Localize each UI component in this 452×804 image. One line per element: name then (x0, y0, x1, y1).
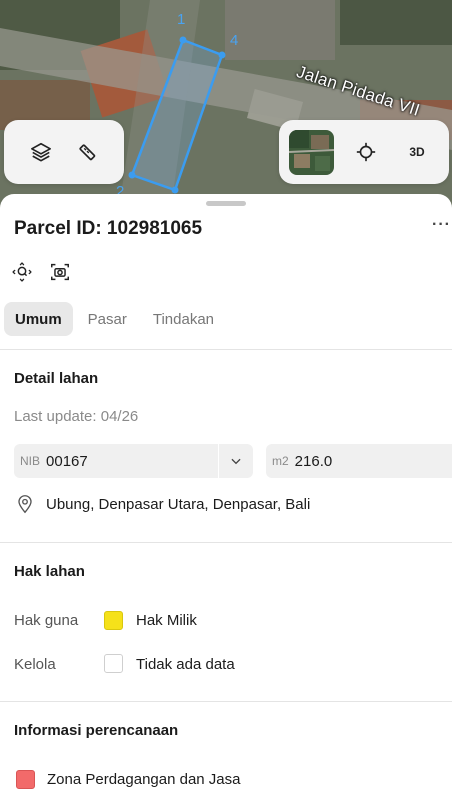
tab-pasar[interactable]: Pasar (77, 302, 138, 336)
zone-label: Zona Perdagangan dan Jasa (47, 771, 241, 788)
camera-icon (51, 263, 69, 281)
planning-section-title: Informasi perencanaan (14, 722, 179, 739)
zone-swatch (16, 770, 35, 789)
parcel-id-title: Parcel ID: 102981065 (14, 218, 203, 239)
detail-section-title: Detail lahan (14, 370, 99, 387)
nib-dropdown-button[interactable] (219, 444, 253, 478)
area-field[interactable]: m2 216.0 (266, 444, 452, 478)
measure-button[interactable] (67, 132, 107, 172)
parcel-tools (10, 260, 72, 284)
parcel-detail-sheet: Parcel ID: 102981065 ··· Umum Pasar Tind… (0, 194, 452, 804)
zoom-to-parcel-button[interactable] (10, 260, 34, 284)
locate-icon (356, 142, 375, 162)
map-view[interactable]: 1 4 2 Jalan Pidada VII 3D (0, 0, 452, 215)
area-unit-label: m2 (272, 454, 289, 468)
map-tools-right: 3D (279, 120, 449, 184)
tab-tindakan[interactable]: Tindakan (142, 302, 225, 336)
map-tools-left (4, 120, 124, 184)
nib-value: 00167 (46, 452, 88, 470)
rights-section-title: Hak lahan (14, 563, 85, 580)
divider (0, 701, 452, 702)
locate-button[interactable] (346, 132, 386, 172)
location-text: Ubung, Denpasar Utara, Denpasar, Bali (46, 495, 311, 513)
vertex-label-4: 4 (230, 32, 239, 49)
more-options-button[interactable]: ··· (432, 216, 451, 234)
toggle-3d-button[interactable]: 3D (397, 132, 437, 172)
divider (0, 542, 452, 543)
tab-umum[interactable]: Umum (4, 302, 73, 336)
nib-label: NIB (20, 454, 41, 468)
area-value: 216.0 (294, 452, 333, 470)
layers-button[interactable] (21, 132, 61, 172)
vertex-label-1: 1 (177, 11, 186, 28)
hak-guna-label: Hak guna (14, 612, 79, 629)
hak-guna-swatch (104, 611, 123, 630)
basemap-satellite-button[interactable] (289, 129, 334, 175)
nib-field[interactable]: NIB 00167 (14, 444, 218, 478)
satellite-thumbnail-icon (289, 129, 334, 175)
zoom-to-parcel-icon (12, 262, 32, 282)
parcel-tabs: Umum Pasar Tindakan (4, 302, 225, 336)
last-update-text: Last update: 04/26 (14, 408, 139, 425)
layers-icon (31, 142, 51, 162)
kelola-swatch (104, 654, 123, 673)
hak-guna-value: Hak Milik (136, 612, 197, 629)
location-row: Ubung, Denpasar Utara, Denpasar, Bali (16, 494, 310, 514)
sheet-drag-handle[interactable] (206, 201, 246, 206)
chevron-down-icon (231, 458, 241, 465)
kelola-value: Tidak ada data (136, 656, 235, 673)
camera-button[interactable] (48, 260, 72, 284)
kelola-label: Kelola (14, 656, 56, 673)
measure-icon (79, 144, 96, 161)
divider (0, 349, 452, 350)
location-pin-icon (18, 495, 32, 514)
